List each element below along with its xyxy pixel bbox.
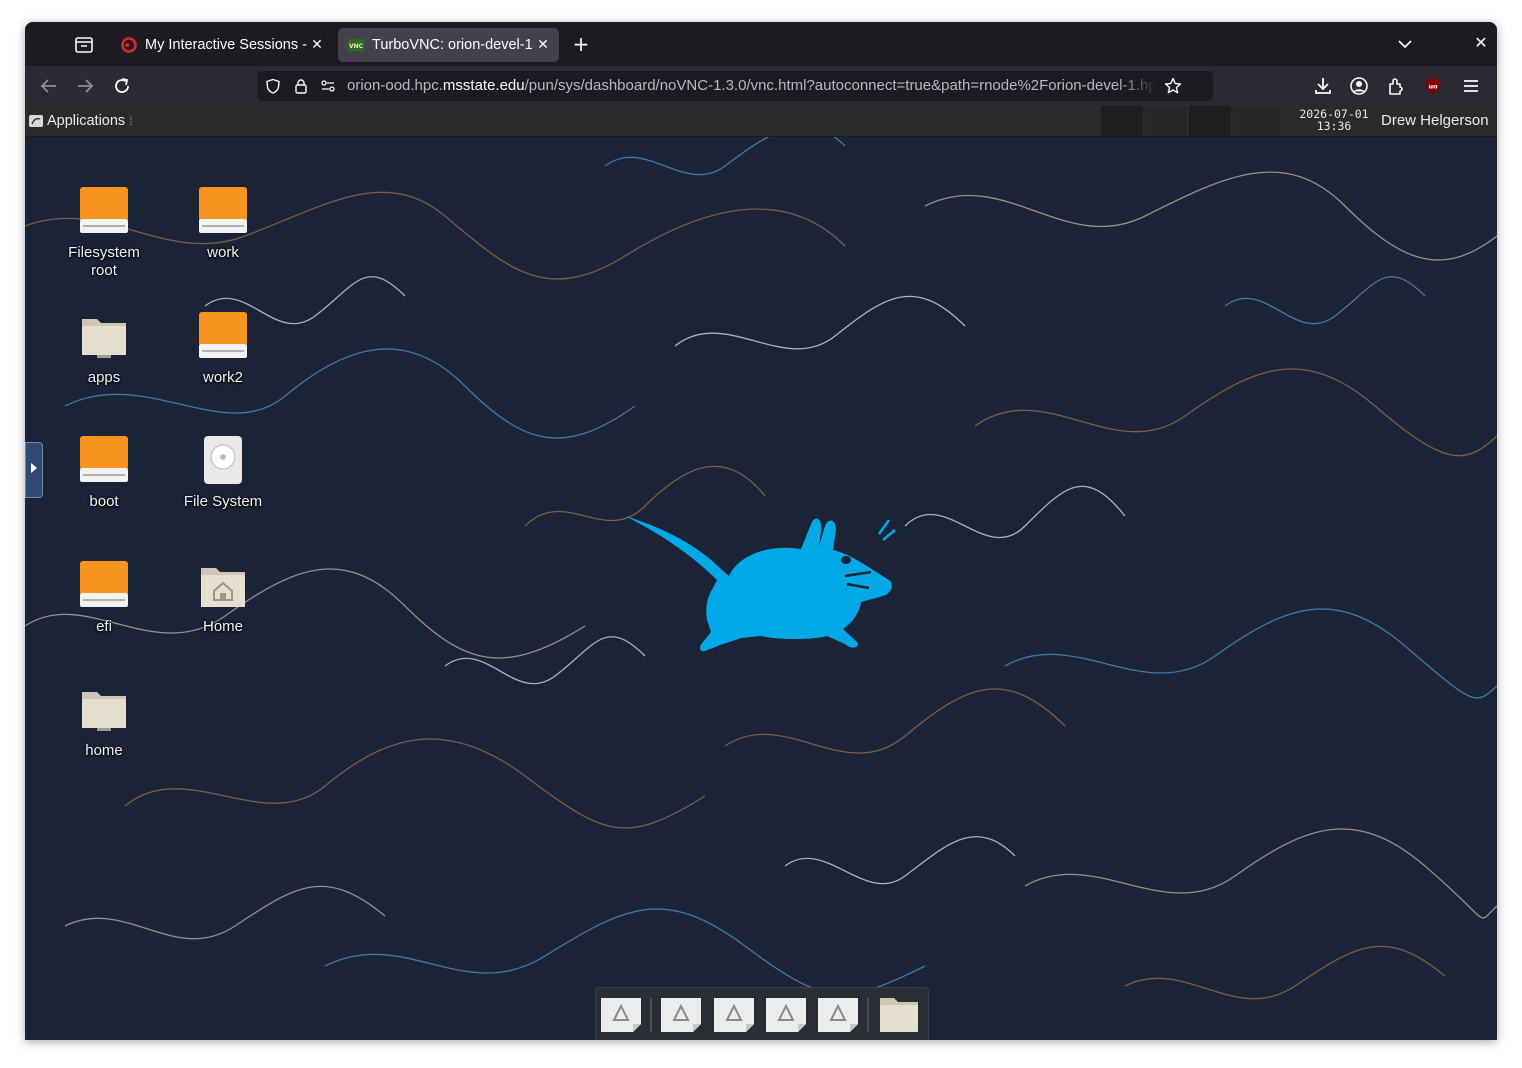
permissions-icon[interactable] xyxy=(320,78,336,94)
workspace-1[interactable] xyxy=(1101,106,1143,136)
panel-clock[interactable]: 2026-07-01 13:36 xyxy=(1289,108,1379,132)
forward-icon[interactable] xyxy=(75,76,95,96)
window-close-button[interactable]: ✕ xyxy=(1473,35,1489,51)
tab-title: TurboVNC: orion-devel-1. xyxy=(372,37,533,53)
ublock-icon[interactable]: uo xyxy=(1423,76,1443,96)
downloads-icon[interactable] xyxy=(1313,76,1333,96)
expand-arrow-icon xyxy=(31,463,37,473)
hard-disk-icon xyxy=(204,436,242,484)
xfce-dock xyxy=(595,987,929,1040)
extensions-icon[interactable] xyxy=(1386,76,1406,96)
xfce-panel: Applications ⁞ 2026-07-01 13:36 Drew Hel… xyxy=(25,106,1497,137)
svg-text:VNC: VNC xyxy=(349,43,364,50)
icon-label: File System xyxy=(183,493,263,510)
home-folder-icon xyxy=(201,568,245,607)
tab-strip: My Interactive Sessions - I ✕ VNC TurboV… xyxy=(25,22,1497,66)
tab-turbovnc[interactable]: VNC TurboVNC: orion-devel-1. ✕ xyxy=(338,28,559,62)
icon-label: work xyxy=(207,244,239,261)
drive-icon xyxy=(199,187,247,233)
drive-icon xyxy=(80,436,128,482)
panel-user-menu[interactable]: Drew Helgerson xyxy=(1381,112,1489,129)
vnc-favicon-icon: VNC xyxy=(348,39,364,51)
bookmark-star-icon[interactable] xyxy=(1164,77,1182,95)
icon-label: work2 xyxy=(202,369,243,386)
applications-label: Applications xyxy=(47,113,126,129)
dock-separator xyxy=(650,998,652,1032)
clock-time: 13:36 xyxy=(1316,119,1352,133)
desktop-icon-file-system[interactable]: File System xyxy=(173,435,273,511)
icon-label: home xyxy=(85,742,123,759)
url-bar[interactable]: orion-ood.hpc.msstate.edu/pun/sys/dashbo… xyxy=(257,71,1213,101)
tab-my-interactive-sessions[interactable]: My Interactive Sessions - I ✕ xyxy=(111,28,333,62)
lock-icon[interactable] xyxy=(293,78,309,94)
tab-close-icon[interactable]: ✕ xyxy=(307,37,327,53)
url-prefix: orion-ood.hpc. xyxy=(347,77,443,94)
ood-favicon-icon xyxy=(121,37,137,53)
launcher-missing-icon[interactable] xyxy=(713,996,755,1034)
chevron-down-icon[interactable] xyxy=(1397,36,1413,52)
menu-icon[interactable] xyxy=(1461,76,1481,96)
tab-title: My Interactive Sessions - I xyxy=(145,37,307,53)
url-fade xyxy=(1117,73,1157,99)
nav-bar: orion-ood.hpc.msstate.edu/pun/sys/dashbo… xyxy=(25,66,1497,106)
vnc-desktop[interactable]: Applications ⁞ 2026-07-01 13:36 Drew Hel… xyxy=(25,106,1497,1040)
folder-icon xyxy=(82,692,126,731)
xfce-logo-icon xyxy=(29,115,43,127)
desktop-icon-work[interactable]: work xyxy=(173,186,273,262)
tab-list-icon[interactable] xyxy=(73,34,95,56)
icon-label: Filesystem root xyxy=(68,244,140,279)
reload-icon[interactable] xyxy=(112,76,132,96)
drive-icon xyxy=(80,561,128,607)
novnc-control-bar-handle[interactable] xyxy=(25,442,43,498)
xfce-mouse-logo-icon xyxy=(625,516,896,652)
browser-window: My Interactive Sessions - I ✕ VNC TurboV… xyxy=(25,22,1497,1040)
dock-separator xyxy=(867,998,869,1032)
desktop-icon-apps[interactable]: apps xyxy=(54,311,154,387)
account-icon[interactable] xyxy=(1349,76,1369,96)
url-domain: msstate.edu xyxy=(442,77,525,94)
desktop-icon-efi[interactable]: efi xyxy=(54,560,154,636)
icon-label: efi xyxy=(96,618,112,635)
new-tab-button[interactable]: + xyxy=(571,34,591,54)
shield-icon[interactable] xyxy=(265,78,281,94)
launcher-missing-icon[interactable] xyxy=(817,996,859,1034)
desktop-icon-home[interactable]: home xyxy=(54,684,154,760)
file-manager-folder-icon[interactable] xyxy=(878,996,920,1034)
icon-label: Home xyxy=(202,618,243,635)
applications-menu-button[interactable]: Applications ⁞ xyxy=(28,110,133,132)
icon-label: apps xyxy=(87,369,121,386)
workspace-3[interactable] xyxy=(1189,106,1231,136)
url-text[interactable]: orion-ood.hpc.msstate.edu/pun/sys/dashbo… xyxy=(347,77,1157,95)
launcher-missing-icon[interactable] xyxy=(660,996,702,1034)
folder-icon xyxy=(82,319,126,358)
url-path: /pun/sys/dashboard/noVNC-1.3.0/vnc.html?… xyxy=(524,77,1157,94)
desktop-icon-filesystem-root[interactable]: Filesystem root xyxy=(54,186,154,280)
back-icon[interactable] xyxy=(39,76,59,96)
desktop-icon-boot[interactable]: boot xyxy=(54,435,154,511)
panel-grip-icon: ⁞ xyxy=(129,114,133,128)
workspace-2[interactable] xyxy=(1145,106,1187,136)
launcher-missing-icon[interactable] xyxy=(765,996,807,1034)
desktop-icon-home-folder[interactable]: Home xyxy=(173,560,273,636)
svg-text:uo: uo xyxy=(1428,83,1438,91)
launcher-missing-icon[interactable] xyxy=(600,996,642,1034)
desktop-icon-work2[interactable]: work2 xyxy=(173,311,273,387)
drive-icon xyxy=(199,312,247,358)
drive-icon xyxy=(80,187,128,233)
icon-label: boot xyxy=(89,493,119,510)
workspace-4[interactable] xyxy=(1233,106,1281,136)
tab-close-icon[interactable]: ✕ xyxy=(533,37,553,53)
